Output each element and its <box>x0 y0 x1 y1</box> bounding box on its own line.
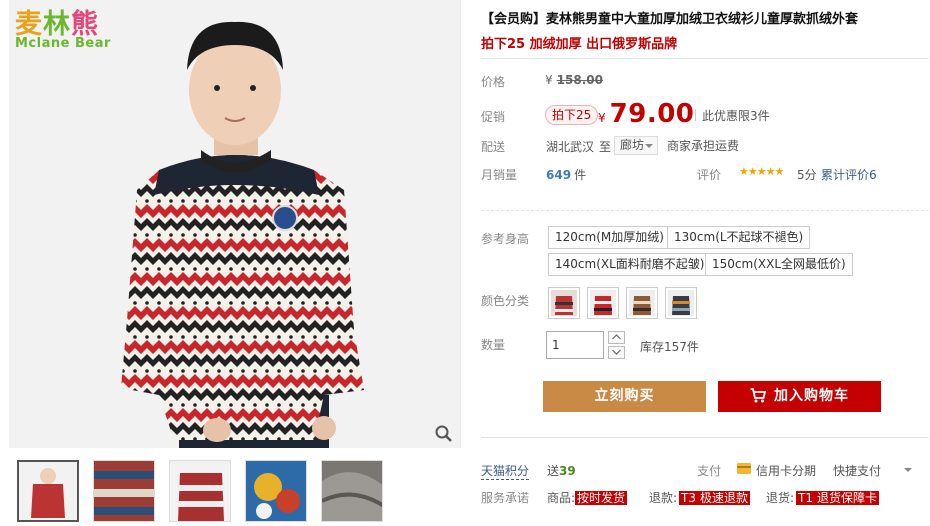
product-page: 麦林熊 Mclane Bear 【会员购】麦林熊男童中大童加厚加绒卫衣绒衫儿童厚… <box>0 0 930 526</box>
thumbnail-5[interactable] <box>321 460 383 522</box>
ship-city-select[interactable]: 廊坊 <box>614 136 658 155</box>
cart-icon <box>750 388 766 403</box>
divider <box>481 58 929 59</box>
size-option-140[interactable]: 140cm(XL面料耐磨不起皱) <box>548 253 712 276</box>
price-label: 价格 <box>481 75 506 89</box>
service-refund[interactable]: 退款: T3 极速退款 <box>649 489 751 506</box>
size-label: 参考身高 <box>481 232 530 246</box>
service-prefix: 退款: <box>649 491 678 505</box>
main-product-image[interactable]: 麦林熊 Mclane Bear <box>9 0 461 448</box>
size-option-120[interactable]: 120cm(M加厚加绒) <box>548 226 671 249</box>
currency-symbol: ¥ <box>545 73 553 87</box>
thumbnail-2[interactable] <box>93 460 155 522</box>
stock-count: 库存157件 <box>640 340 699 354</box>
rating-score: 5分 <box>797 168 817 182</box>
product-title: 【会员购】麦林熊男童中大童加厚加绒卫衣绒衫儿童厚款抓绒外套 <box>481 12 859 27</box>
color-swatch-2[interactable] <box>587 287 619 319</box>
divider <box>481 210 929 211</box>
service-tag: 极速退款 <box>698 491 751 505</box>
thumbnail-3[interactable] <box>169 460 231 522</box>
service-code: T3 <box>679 491 699 505</box>
service-label: 服务承诺 <box>481 491 530 505</box>
buy-now-button[interactable]: 立刻购买 <box>543 381 706 412</box>
tmall-points: 送39 <box>547 462 576 479</box>
promo-limit: 此优惠限3件 <box>695 109 770 123</box>
shipping-note: 商家承担运费 <box>667 139 740 153</box>
quantity-label: 数量 <box>481 338 506 352</box>
quick-pay-option[interactable]: 快捷支付 <box>833 462 881 479</box>
service-tag: 退货保障卡 <box>815 491 880 505</box>
zoom-icon[interactable] <box>434 424 454 444</box>
chevron-down-icon[interactable] <box>904 468 912 472</box>
delivery-label: 配送 <box>481 140 506 154</box>
color-swatch-1[interactable] <box>548 287 580 319</box>
chevron-down-icon <box>612 349 621 355</box>
rating-label: 评价 <box>697 168 722 182</box>
thumbnail-1[interactable] <box>17 460 79 522</box>
chevron-down-icon <box>645 144 653 148</box>
product-photo <box>9 0 460 448</box>
color-swatch-4[interactable] <box>665 287 697 319</box>
original-price-value: 158.00 <box>556 73 603 87</box>
service-return[interactable]: 退货: T1 退货保障卡 <box>766 489 880 506</box>
quantity-decrease-button[interactable] <box>608 346 625 359</box>
service-prefix: 退货: <box>766 491 795 505</box>
monthly-sales-count: 649 <box>546 168 572 182</box>
service-tag: 按时发货 <box>575 491 628 505</box>
currency-symbol: ¥ <box>598 111 606 125</box>
divider <box>481 437 929 438</box>
original-price: ¥158.00 <box>545 73 603 87</box>
size-option-150[interactable]: 150cm(XXL全网最低价) <box>705 253 853 276</box>
monthly-sales-unit: 件 <box>574 168 587 182</box>
promo-price-value: 79.00 <box>609 99 695 129</box>
payment-label: 支付 <box>697 464 722 478</box>
service-prefix: 商品: <box>547 491 576 505</box>
quantity-input[interactable]: 1 <box>546 331 604 359</box>
color-swatch-3[interactable] <box>626 287 658 319</box>
points-prefix: 送 <box>547 464 560 478</box>
size-option-130[interactable]: 130cm(L不起球不褪色) <box>667 226 811 249</box>
add-to-cart-label: 加入购物车 <box>774 388 849 404</box>
service-code: T1 <box>796 491 816 505</box>
promo-tag: 拍下25 <box>545 105 599 125</box>
tmall-points-label[interactable]: 天猫积分 <box>481 462 530 480</box>
chevron-up-icon <box>612 334 621 340</box>
monthly-sales-label: 月销量 <box>481 168 518 182</box>
star-rating-icon: ★★★★★ <box>739 165 784 178</box>
brand-logo-en: Mclane Bear <box>15 36 111 51</box>
monthly-sales: 649 件 <box>546 166 586 183</box>
ship-to-word: 至 <box>599 140 612 154</box>
thumbnail-strip <box>9 450 461 526</box>
service-shipping[interactable]: 商品: 按时发货 <box>547 489 628 506</box>
review-count-link[interactable]: 累计评价6 <box>821 166 877 183</box>
credit-card-icon <box>737 463 751 474</box>
thumbnail-4[interactable] <box>245 460 307 522</box>
installment-option[interactable]: 信用卡分期 <box>756 462 816 479</box>
points-value: 39 <box>559 464 576 478</box>
quantity-increase-button[interactable] <box>608 331 625 344</box>
product-subtitle: 拍下25 加绒加厚 出口俄罗斯品牌 <box>481 37 678 52</box>
color-label: 颜色分类 <box>481 294 530 308</box>
brand-logo: 麦林熊 Mclane Bear <box>11 2 129 52</box>
ship-city-value: 廊坊 <box>620 138 645 152</box>
promo-label: 促销 <box>481 110 506 124</box>
promo-price: ¥79.00 <box>598 99 694 129</box>
ship-from: 湖北武汉 <box>546 140 595 154</box>
add-to-cart-button[interactable]: 加入购物车 <box>718 381 881 412</box>
